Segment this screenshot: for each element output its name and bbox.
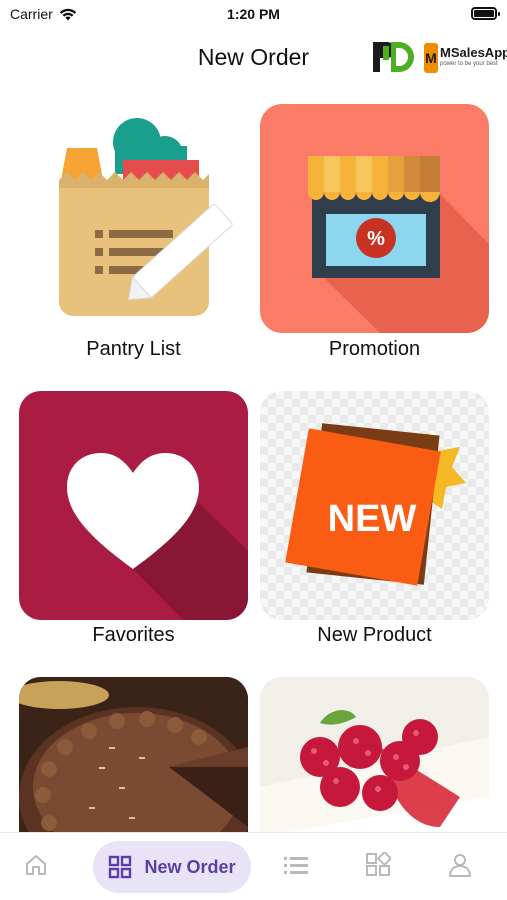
tile-label-new-product: New Product: [317, 624, 432, 646]
list-icon: [284, 857, 308, 874]
nav-new-order-label: New Order: [144, 856, 236, 877]
bottom-nav: New Order: [0, 832, 507, 900]
nav-new-order[interactable]: New Order: [93, 841, 251, 893]
pantry-list-bag-icon: [59, 118, 233, 316]
nav-categories[interactable]: [358, 845, 398, 885]
pd-logo: [371, 38, 415, 76]
promotion-shop-icon: %: [308, 156, 489, 333]
svg-text:M: M: [425, 50, 437, 66]
pd-logo-graphic: [373, 42, 414, 72]
tile-favorites[interactable]: [19, 391, 248, 620]
new-badge-icon: NEW: [285, 423, 466, 586]
nav-home[interactable]: [16, 845, 56, 885]
tile-label-pantry-list: Pantry List: [86, 338, 181, 360]
grid-icon: [109, 855, 132, 879]
nav-profile[interactable]: [440, 845, 480, 885]
tile-promotion[interactable]: %: [260, 104, 489, 333]
status-time: 1:20 PM: [227, 6, 280, 22]
battery-icon: [471, 7, 500, 20]
tile-label-promotion: Promotion: [328, 338, 421, 360]
status-bar: Carrier 1:20 PM: [0, 0, 507, 30]
categories-icon: [366, 852, 391, 876]
header: New Order M MSalesApp power to be your b…: [0, 34, 507, 82]
tile-new-product[interactable]: NEW: [260, 391, 489, 620]
home-icon: [26, 855, 46, 875]
heart-icon: [67, 453, 248, 620]
profile-icon: [449, 854, 471, 877]
msalesapp-logo-name: MSalesApp: [440, 45, 507, 60]
tile-label-favorites: Favorites: [92, 624, 175, 646]
msalesapp-logo: M MSalesApp power to be your best: [422, 39, 507, 77]
nav-list[interactable]: [276, 845, 316, 885]
msalesapp-logo-tagline: power to be your best: [440, 61, 498, 67]
new-badge-text: NEW: [328, 498, 417, 540]
tile-pantry-list[interactable]: [19, 104, 248, 333]
svg-text:%: %: [367, 228, 385, 250]
msalesapp-logo-mark: M: [424, 43, 438, 73]
